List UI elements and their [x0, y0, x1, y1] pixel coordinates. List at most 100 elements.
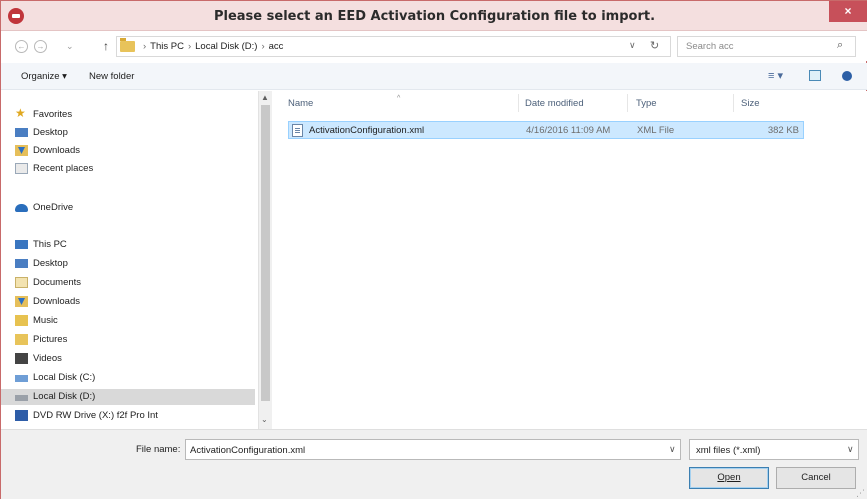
new-folder-button[interactable]: New folder [89, 71, 134, 82]
recent-places-icon [15, 163, 28, 174]
breadcrumb-local-disk-d[interactable]: Local Disk (D:) [195, 41, 257, 52]
up-button[interactable]: ↑ [103, 39, 109, 53]
chevron-down-icon: ⌄ [66, 41, 74, 51]
music-icon [15, 315, 28, 326]
sort-indicator-icon: ^ [397, 95, 401, 102]
downloads-icon [15, 296, 28, 307]
up-arrow-icon: ↑ [103, 39, 109, 53]
column-divider[interactable] [627, 94, 628, 112]
sidebar-item-label: Desktop [33, 127, 68, 138]
address-bar[interactable]: › This PC › Local Disk (D:) › acc ∨ ↻ [116, 36, 671, 57]
cancel-button-label: Cancel [801, 472, 831, 483]
column-header-label: Type [636, 98, 657, 109]
sidebar-item-label: Favorites [33, 109, 73, 120]
column-header-type[interactable]: Type [636, 98, 657, 109]
close-icon: × [844, 4, 852, 18]
help-icon[interactable] [842, 71, 852, 81]
column-header-label: Date modified [525, 98, 584, 109]
file-open-dialog: Please select an EED Activation Configur… [0, 0, 867, 499]
sidebar-item-label: DVD RW Drive (X:) f2f Pro Int [33, 410, 158, 421]
sidebar-item-label: Videos [33, 353, 62, 364]
scroll-down-icon[interactable]: ⌄ [261, 415, 268, 424]
sidebar-item-label: Pictures [33, 334, 68, 345]
desktop-icon [15, 259, 28, 268]
file-name-field[interactable]: ActivationConfiguration.xml ∨ [185, 439, 681, 460]
file-type-filter-value: xml files (*.xml) [696, 445, 761, 456]
column-divider[interactable] [518, 94, 519, 112]
file-name-value: ActivationConfiguration.xml [190, 445, 306, 456]
sidebar-item-label: OneDrive [33, 202, 74, 213]
videos-icon [15, 353, 28, 364]
command-toolbar: Organize ▾ New folder ≡ ▾ [1, 63, 867, 90]
file-name-label: File name: [136, 444, 181, 455]
column-header-label: Size [741, 98, 760, 109]
drive-icon [15, 375, 28, 382]
preview-pane-icon[interactable] [809, 70, 821, 81]
title-bar[interactable]: Please select an EED Activation Configur… [1, 1, 867, 31]
chevron-down-icon: ∨ [629, 40, 636, 50]
documents-icon [15, 277, 28, 288]
breadcrumb-acc[interactable]: acc [269, 41, 284, 52]
sidebar-item-label: Downloads [33, 296, 80, 307]
column-header-name[interactable]: Name [288, 98, 313, 109]
refresh-icon: ↻ [650, 40, 660, 52]
file-type: XML File [637, 125, 675, 136]
breadcrumb: › This PC › Local Disk (D:) › acc [139, 41, 283, 52]
downloads-icon [15, 145, 28, 156]
cancel-button[interactable]: Cancel [776, 467, 856, 489]
sidebar-item-label: Recent places [33, 163, 94, 174]
search-placeholder: Search acc [686, 41, 734, 52]
sidebar-item-label: Local Disk (D:) [33, 391, 96, 402]
dvd-drive-icon [15, 410, 28, 421]
xml-file-icon [292, 124, 303, 137]
back-button[interactable]: ← [15, 40, 28, 53]
refresh-button[interactable]: ↻ [650, 39, 659, 52]
sidebar-item-label: Documents [33, 277, 82, 288]
file-name: ActivationConfiguration.xml [309, 125, 425, 136]
navigation-pane-scrollbar[interactable]: ▲ ⌄ [258, 91, 272, 429]
scrollbar-thumb[interactable] [261, 105, 270, 401]
search-icon[interactable]: ⌕ [837, 39, 843, 52]
open-button[interactable]: Open [689, 467, 769, 489]
pictures-icon [15, 334, 28, 345]
open-button-label: Open [717, 472, 741, 483]
desktop-icon [15, 128, 28, 137]
file-type-filter-select[interactable]: xml files (*.xml) ∨ [689, 439, 859, 460]
column-header-label: Name [288, 98, 314, 109]
window-title: Please select an EED Activation Configur… [213, 9, 656, 24]
file-name-dropdown-button[interactable]: ∨ [669, 444, 676, 455]
navigation-pane: ★ Favorites Desktop Downloads Recent pla… [1, 91, 258, 429]
change-view-button[interactable]: ≡ ▾ [768, 69, 783, 82]
computer-icon [15, 240, 28, 249]
chevron-down-icon: ∨ [669, 444, 676, 454]
file-row[interactable]: ActivationConfiguration.xml 4/16/2016 11… [288, 121, 804, 139]
organize-button[interactable]: Organize ▾ [21, 71, 67, 82]
sidebar-item-label: Desktop [33, 258, 68, 269]
breadcrumb-separator-icon: › [187, 41, 192, 52]
navigation-bar: ← → ⌄ ↑ › This PC › Local Disk (D:) › acc ∨ ↻… [1, 31, 867, 61]
search-input[interactable]: Search acc ⌕ [677, 36, 856, 57]
close-button[interactable]: × [829, 1, 867, 22]
address-dropdown-button[interactable]: ∨ [629, 40, 636, 51]
scroll-up-icon[interactable]: ▲ [261, 93, 269, 102]
resize-grip-icon[interactable]: ⋰ [856, 488, 865, 499]
folder-icon [120, 38, 135, 52]
file-size: 382 KB [767, 125, 799, 136]
sidebar-item-label: This PC [33, 239, 67, 250]
column-header-date-modified[interactable]: Date modified [525, 98, 584, 109]
sidebar-item-local-disk-d[interactable]: Local Disk (D:) [1, 389, 255, 405]
back-arrow-icon: ← [17, 42, 26, 51]
file-list: Name ^ Date modified Type Size Activatio… [274, 91, 867, 429]
sidebar-item-label: Local Disk (C:) [33, 372, 96, 383]
forward-button[interactable]: → [34, 40, 47, 53]
breadcrumb-this-pc[interactable]: This PC [150, 41, 184, 52]
drive-icon [15, 395, 28, 401]
sidebar-item-label: Music [33, 315, 58, 326]
sidebar-item-label: Downloads [33, 145, 80, 156]
chevron-down-icon: ∨ [847, 444, 854, 454]
file-date-modified: 4/16/2016 11:09 AM [526, 125, 611, 136]
column-header-size[interactable]: Size [741, 98, 759, 109]
forward-arrow-icon: → [36, 42, 45, 51]
recent-locations-button[interactable]: ⌄ [66, 41, 74, 52]
column-divider[interactable] [733, 94, 734, 112]
